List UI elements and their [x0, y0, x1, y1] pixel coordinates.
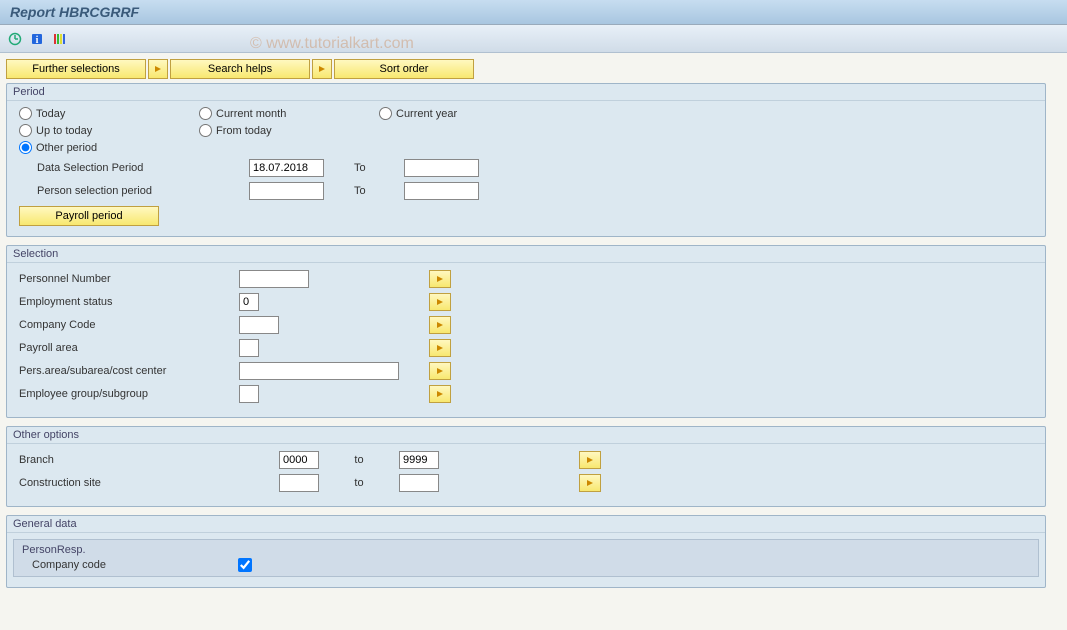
company-code-label: Company code	[32, 559, 232, 571]
data-selection-label: Data Selection Period	[19, 162, 249, 174]
selection-label: Personnel Number	[19, 273, 239, 285]
multi-select-button[interactable]	[429, 339, 451, 357]
arrow-icon[interactable]	[312, 59, 332, 79]
general-data-group: General data PersonResp. Company code	[6, 515, 1046, 588]
payroll-period-button[interactable]: Payroll period	[19, 206, 159, 226]
selection-label: Employment status	[19, 296, 239, 308]
title-bar: Report HBRCGRRF	[0, 0, 1067, 25]
selection-input[interactable]	[239, 316, 279, 334]
radio-current-month-label: Current month	[216, 108, 286, 120]
selection-label: Pers.area/subarea/cost center	[19, 365, 239, 377]
selection-row: Personnel Number	[19, 269, 1033, 289]
selection-input[interactable]	[239, 362, 399, 380]
radio-today[interactable]	[19, 107, 32, 120]
person-resp-title: PersonResp.	[22, 544, 1030, 556]
arrow-icon[interactable]	[148, 59, 168, 79]
selection-label: Payroll area	[19, 342, 239, 354]
radio-today-label: Today	[36, 108, 65, 120]
multi-select-button[interactable]	[429, 316, 451, 334]
selection-row: Pers.area/subarea/cost center	[19, 361, 1033, 381]
svg-text:i: i	[36, 35, 39, 46]
multi-select-button[interactable]	[429, 293, 451, 311]
multi-select-button[interactable]	[429, 270, 451, 288]
data-selection-from-input[interactable]	[249, 159, 324, 177]
to-label: To	[354, 162, 404, 174]
branch-to-input[interactable]	[399, 451, 439, 469]
data-selection-to-input[interactable]	[404, 159, 479, 177]
further-selections-button[interactable]: Further selections	[6, 59, 146, 79]
selection-row: Employment status	[19, 292, 1033, 312]
radio-current-year[interactable]	[379, 107, 392, 120]
selection-label: Employee group/subgroup	[19, 388, 239, 400]
selection-row: Employee group/subgroup	[19, 384, 1033, 404]
selection-row: Payroll area	[19, 338, 1033, 358]
search-helps-button[interactable]: Search helps	[170, 59, 310, 79]
person-resp-subgroup: PersonResp. Company code	[13, 539, 1039, 577]
radio-from-today[interactable]	[199, 124, 212, 137]
selection-input[interactable]	[239, 339, 259, 357]
person-selection-label: Person selection period	[19, 185, 249, 197]
radio-other-period[interactable]	[19, 141, 32, 154]
to-label: To	[354, 185, 404, 197]
info-icon[interactable]: i	[28, 30, 46, 48]
period-group: Period Today Current month Current year …	[6, 83, 1046, 237]
top-button-row: Further selections Search helps Sort ord…	[6, 59, 1061, 79]
construction-site-label: Construction site	[19, 477, 279, 489]
radio-up-to-today[interactable]	[19, 124, 32, 137]
selection-input[interactable]	[239, 385, 259, 403]
multi-select-button[interactable]	[429, 362, 451, 380]
selection-row: Company Code	[19, 315, 1033, 335]
period-title: Period	[7, 84, 1045, 101]
selection-input[interactable]	[239, 270, 309, 288]
construction-to-input[interactable]	[399, 474, 439, 492]
sort-order-button[interactable]: Sort order	[334, 59, 474, 79]
person-selection-from-input[interactable]	[249, 182, 324, 200]
to-label: to	[319, 454, 399, 466]
radio-current-month[interactable]	[199, 107, 212, 120]
radio-from-today-label: From today	[216, 125, 272, 137]
content-area: Further selections Search helps Sort ord…	[0, 53, 1067, 630]
variant-icon[interactable]	[50, 30, 68, 48]
toolbar: i	[0, 25, 1067, 53]
company-code-checkbox[interactable]	[238, 558, 252, 572]
radio-current-year-label: Current year	[396, 108, 457, 120]
selection-group: Selection Personnel Number Employment sta…	[6, 245, 1046, 418]
radio-up-to-today-label: Up to today	[36, 125, 92, 137]
other-options-group: Other options Branch to Construction sit…	[6, 426, 1046, 507]
radio-other-period-label: Other period	[36, 142, 97, 154]
execute-icon[interactable]	[6, 30, 24, 48]
branch-multi-button[interactable]	[579, 451, 601, 469]
selection-label: Company Code	[19, 319, 239, 331]
selection-input[interactable]	[239, 293, 259, 311]
branch-label: Branch	[19, 454, 279, 466]
other-options-title: Other options	[7, 427, 1045, 444]
construction-from-input[interactable]	[279, 474, 319, 492]
branch-from-input[interactable]	[279, 451, 319, 469]
to-label: to	[319, 477, 399, 489]
general-data-title: General data	[7, 516, 1045, 533]
construction-multi-button[interactable]	[579, 474, 601, 492]
selection-title: Selection	[7, 246, 1045, 263]
multi-select-button[interactable]	[429, 385, 451, 403]
page-title: Report HBRCGRRF	[10, 4, 1057, 20]
person-selection-to-input[interactable]	[404, 182, 479, 200]
